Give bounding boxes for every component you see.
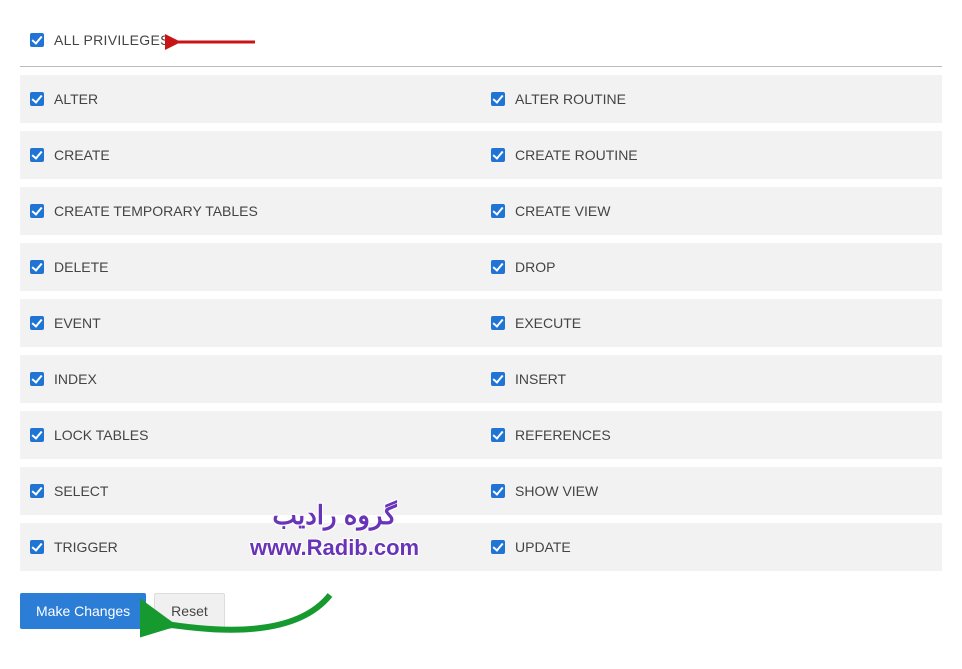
privilege-label: TRIGGER [54,539,118,555]
privilege-cell: DELETE [20,243,481,291]
privilege-cell: CREATE ROUTINE [481,131,942,179]
all-privileges-checkbox[interactable] [30,33,44,47]
privilege-cell: SHOW VIEW [481,467,942,515]
privilege-checkbox[interactable] [30,428,44,442]
privilege-label: CREATE ROUTINE [515,147,638,163]
privilege-checkbox[interactable] [491,484,505,498]
privilege-cell: CREATE VIEW [481,187,942,235]
privilege-checkbox[interactable] [30,148,44,162]
privilege-checkbox[interactable] [30,204,44,218]
privilege-cell: DROP [481,243,942,291]
privilege-row: SELECT SHOW VIEW [20,467,942,515]
privilege-checkbox[interactable] [30,316,44,330]
privilege-checkbox[interactable] [491,204,505,218]
privilege-label: REFERENCES [515,427,611,443]
privilege-cell: EVENT [20,299,481,347]
privilege-checkbox[interactable] [30,260,44,274]
privilege-cell: ALTER [20,75,481,123]
privilege-row: CREATE CREATE ROUTINE [20,131,942,179]
privilege-label: CREATE TEMPORARY TABLES [54,203,258,219]
privilege-cell: INSERT [481,355,942,403]
privilege-checkbox[interactable] [30,540,44,554]
all-privileges-row: ALL PRIVILEGES [20,20,942,66]
privilege-row: ALTER ALTER ROUTINE [20,75,942,123]
privilege-label: SELECT [54,483,108,499]
privilege-checkbox[interactable] [491,428,505,442]
privilege-row: TRIGGER UPDATE [20,523,942,571]
privilege-cell: REFERENCES [481,411,942,459]
privilege-cell: LOCK TABLES [20,411,481,459]
privilege-row: LOCK TABLES REFERENCES [20,411,942,459]
privilege-cell: EXECUTE [481,299,942,347]
privilege-cell: INDEX [20,355,481,403]
privilege-row: INDEX INSERT [20,355,942,403]
privilege-checkbox[interactable] [491,316,505,330]
privilege-cell: CREATE TEMPORARY TABLES [20,187,481,235]
privilege-label: EVENT [54,315,101,331]
privilege-cell: SELECT [20,467,481,515]
all-privileges-label: ALL PRIVILEGES [54,32,170,48]
privilege-label: DROP [515,259,555,275]
privilege-cell: CREATE [20,131,481,179]
privilege-label: UPDATE [515,539,571,555]
privilege-checkbox[interactable] [30,484,44,498]
button-row: Make Changes Reset [20,593,942,629]
reset-button[interactable]: Reset [154,593,225,629]
privilege-checkbox[interactable] [491,148,505,162]
privilege-label: CREATE VIEW [515,203,610,219]
privilege-row: EVENT EXECUTE [20,299,942,347]
privilege-cell: UPDATE [481,523,942,571]
privilege-checkbox[interactable] [491,92,505,106]
privilege-label: INSERT [515,371,566,387]
divider [20,66,942,67]
privilege-label: DELETE [54,259,108,275]
privilege-label: LOCK TABLES [54,427,148,443]
privilege-checkbox[interactable] [30,372,44,386]
privilege-row: DELETE DROP [20,243,942,291]
privilege-label: INDEX [54,371,97,387]
privilege-checkbox[interactable] [491,372,505,386]
privilege-row: CREATE TEMPORARY TABLES CREATE VIEW [20,187,942,235]
privilege-label: ALTER [54,91,98,107]
make-changes-button[interactable]: Make Changes [20,593,146,629]
privilege-checkbox[interactable] [491,260,505,274]
privileges-grid: ALTERALTER ROUTINECREATECREATE ROUTINECR… [20,75,942,571]
privilege-label: EXECUTE [515,315,581,331]
privilege-label: SHOW VIEW [515,483,598,499]
privilege-cell: ALTER ROUTINE [481,75,942,123]
privilege-checkbox[interactable] [30,92,44,106]
privilege-label: ALTER ROUTINE [515,91,626,107]
privilege-label: CREATE [54,147,110,163]
privilege-checkbox[interactable] [491,540,505,554]
privilege-cell: TRIGGER [20,523,481,571]
